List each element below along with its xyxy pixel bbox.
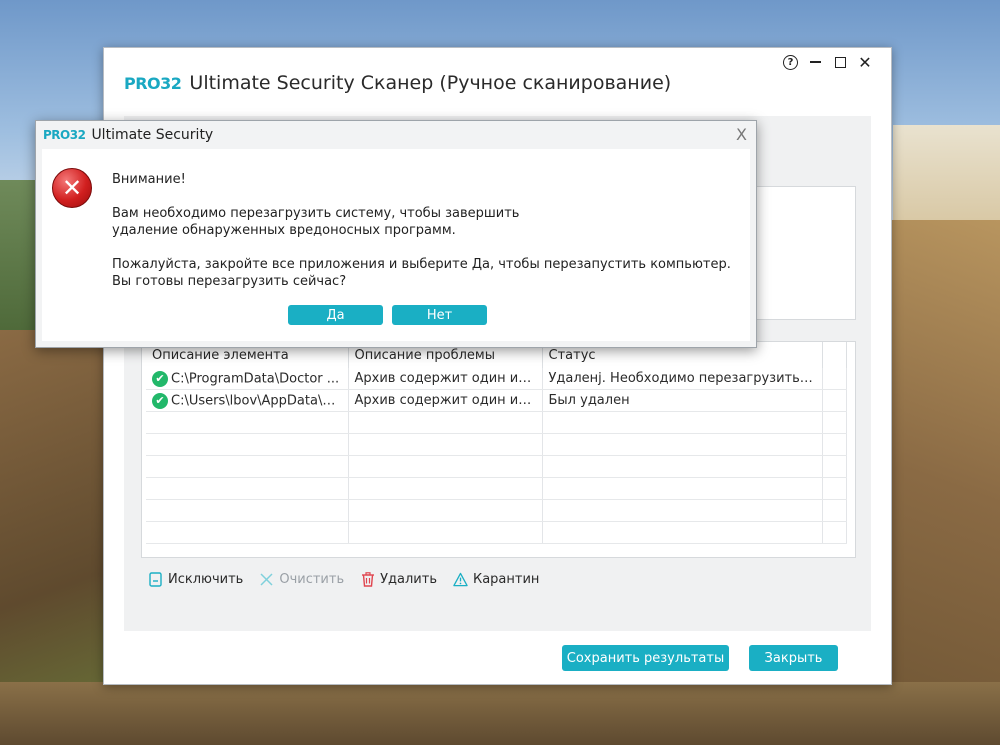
- minimize-icon[interactable]: [807, 54, 823, 70]
- pro32-logo: PRO32: [124, 73, 182, 93]
- table-row[interactable]: ✔ C:\ProgramData\Doctor ... Архив содержи…: [146, 368, 847, 390]
- delete-label: Удалить: [380, 571, 437, 587]
- maximize-icon[interactable]: [832, 54, 848, 70]
- status-cell: Был удален: [542, 389, 823, 412]
- dialog-message-line: Пожалуйста, закройте все приложения и вы…: [112, 257, 731, 272]
- results-table-container: Описание элемента Описание проблемы Стат…: [141, 341, 856, 558]
- table-row[interactable]: ✔ C:\Users\lbov\AppData\R... Архив содерж…: [146, 389, 847, 412]
- no-button[interactable]: Нет: [392, 305, 487, 325]
- close-icon[interactable]: ✕: [857, 53, 873, 72]
- action-toolbar: Исключить Очистить Удалить Карантин: [148, 571, 539, 587]
- background-scenery: [880, 220, 1000, 745]
- dialog-heading: Внимание!: [112, 172, 186, 187]
- window-controls: ? ✕: [783, 53, 873, 72]
- item-cell: ✔ C:\ProgramData\Doctor ...: [146, 368, 349, 390]
- close-button[interactable]: Закрыть: [749, 645, 838, 671]
- help-icon[interactable]: ?: [783, 54, 798, 70]
- delete-button[interactable]: Удалить: [360, 571, 437, 587]
- window-title: PRO32 Ultimate Security Сканер (Ручное с…: [124, 68, 671, 98]
- save-results-button[interactable]: Сохранить результаты: [562, 645, 729, 671]
- yes-button[interactable]: Да: [288, 305, 383, 325]
- table-row-empty: [146, 455, 847, 478]
- dialog-message-line: удаление обнаруженных вредоносных програ…: [112, 223, 456, 238]
- dialog-message-line: Вы готовы перезагрузить сейчас?: [112, 274, 347, 289]
- background-scenery: [893, 125, 1000, 220]
- exclude-button[interactable]: Исключить: [148, 571, 243, 587]
- check-icon: ✔: [152, 370, 168, 387]
- background-scenery: [0, 682, 1000, 745]
- warning-icon: [453, 571, 468, 587]
- restart-dialog: PRO32 Ultimate Security X ✕ Внимание! Ва…: [35, 120, 757, 348]
- empty-cell: [822, 389, 847, 412]
- table-row-empty: [146, 433, 847, 456]
- x-icon: [259, 571, 274, 587]
- table-row-empty: [146, 499, 847, 522]
- dialog-close-icon[interactable]: X: [736, 125, 747, 144]
- pro32-logo: PRO32: [43, 128, 86, 142]
- clear-button[interactable]: Очистить: [259, 571, 344, 587]
- status-cell: Удаленј. Необходимо перезагрузить с...: [542, 368, 823, 390]
- check-icon: ✔: [152, 392, 168, 409]
- quarantine-button[interactable]: Карантин: [453, 571, 539, 587]
- dialog-message-line: Вам необходимо перезагрузить систему, чт…: [112, 206, 520, 221]
- trash-icon: [360, 571, 375, 587]
- item-path: C:\ProgramData\Doctor ...: [171, 371, 340, 386]
- table-row-empty: [146, 521, 847, 544]
- document-minus-icon: [148, 571, 163, 587]
- results-table: Описание элемента Описание проблемы Стат…: [146, 342, 847, 544]
- empty-cell: [822, 368, 847, 390]
- table-row-empty: [146, 411, 847, 434]
- dialog-title: Ultimate Security: [91, 127, 214, 143]
- error-icon: ✕: [52, 168, 92, 208]
- window-title-text: Ultimate Security Сканер (Ручное сканиро…: [189, 72, 672, 94]
- item-path: C:\Users\lbov\AppData\R...: [171, 393, 344, 408]
- table-row-empty: [146, 477, 847, 500]
- item-cell: ✔ C:\Users\lbov\AppData\R...: [146, 389, 349, 412]
- dialog-header: PRO32 Ultimate Security X: [36, 121, 756, 149]
- problem-cell: Архив содержит один ил...: [348, 389, 543, 412]
- problem-cell: Архив содержит один ил...: [348, 368, 543, 390]
- clear-label: Очистить: [279, 571, 345, 587]
- dialog-body: ✕ Внимание! Вам необходимо перезагрузить…: [42, 149, 750, 341]
- quarantine-label: Карантин: [472, 571, 540, 587]
- exclude-label: Исключить: [168, 571, 244, 587]
- column-header-extra: [822, 342, 847, 368]
